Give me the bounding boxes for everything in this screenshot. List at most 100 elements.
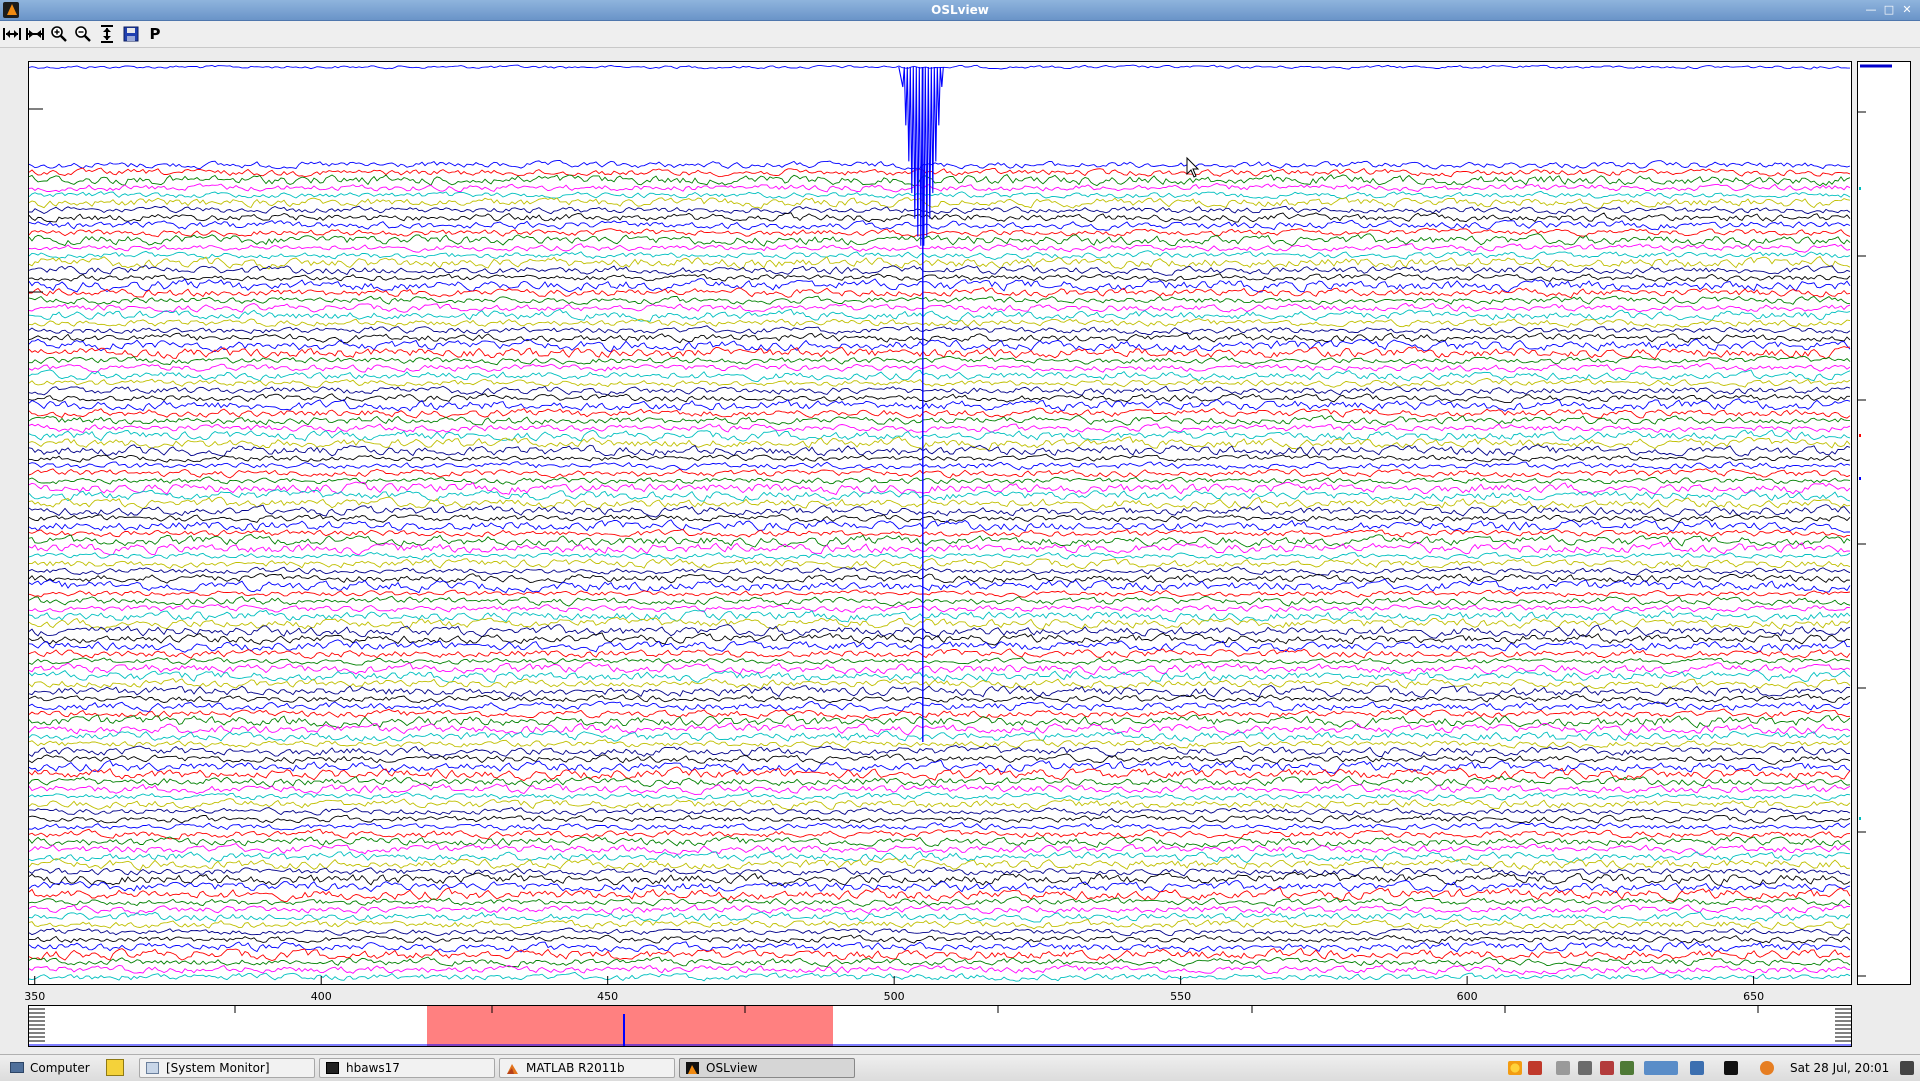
channel-trace-60 <box>28 595 1851 607</box>
channel-trace-104 <box>28 927 1851 937</box>
channel-trace-72 <box>28 685 1851 698</box>
matlab-icon <box>506 1062 519 1074</box>
vertical-scale-icon[interactable] <box>97 24 117 44</box>
channel-trace-6 <box>28 190 1851 200</box>
volume-icon[interactable] <box>1578 1061 1592 1075</box>
channel-trace-34 <box>28 398 1851 412</box>
channel-trace-2 <box>28 159 1851 170</box>
task-label: hbaws17 <box>346 1061 400 1075</box>
save-icon[interactable] <box>121 24 141 44</box>
title-bar: OSLview — □ ✕ <box>0 0 1920 21</box>
channel-trace-59 <box>28 589 1851 598</box>
task-oslview[interactable]: OSLview <box>679 1058 855 1078</box>
zoom-out-icon[interactable] <box>73 24 93 44</box>
channel-trace-57 <box>28 573 1851 584</box>
channel-trace-50 <box>28 519 1851 533</box>
channel-trace-1 <box>28 64 1851 70</box>
channel-trace-52 <box>28 534 1851 548</box>
minimize-icon[interactable]: — <box>1864 3 1878 17</box>
task-label: MATLAB R2011b <box>526 1061 625 1075</box>
channel-trace-21 <box>28 302 1851 313</box>
channel-trace-38 <box>28 429 1851 442</box>
overview-selection[interactable] <box>427 1006 833 1046</box>
channel-trace-74 <box>28 700 1851 713</box>
computer-menu[interactable]: Computer <box>6 1058 90 1078</box>
channel-trace-68 <box>28 657 1851 666</box>
channel-trace-54 <box>28 552 1851 561</box>
channel-trace-53 <box>28 541 1851 556</box>
channel-trace-44 <box>28 476 1851 485</box>
monitor-icon <box>146 1062 159 1074</box>
artifact-burst <box>898 66 944 246</box>
workspace-switcher-icon[interactable] <box>1644 1061 1678 1075</box>
channel-trace-22 <box>28 308 1851 322</box>
channel-trace-80 <box>28 745 1851 758</box>
channel-trace-19 <box>28 287 1851 299</box>
x-tick-label: 550 <box>1170 990 1192 1003</box>
channel-trace-96 <box>28 866 1851 877</box>
figure-tray-icon[interactable] <box>1724 1061 1738 1075</box>
expand-horizontal-icon[interactable] <box>2 24 22 44</box>
task-label: OSLview <box>706 1061 758 1075</box>
firefox-icon[interactable] <box>1760 1061 1774 1075</box>
channel-trace-73 <box>28 693 1851 704</box>
channel-trace-14 <box>28 250 1851 260</box>
channel-trace-93 <box>28 843 1851 855</box>
channel-trace-51 <box>28 528 1851 538</box>
window-title: OSLview <box>931 3 989 17</box>
overview-timeline[interactable] <box>28 1005 1852 1047</box>
channel-trace-58 <box>28 578 1851 594</box>
computer-menu-label: Computer <box>30 1061 90 1075</box>
channel-trace-101 <box>28 904 1851 915</box>
channel-trace-86 <box>28 791 1851 802</box>
weather-icon[interactable] <box>1508 1061 1522 1075</box>
close-icon[interactable]: ✕ <box>1900 3 1914 17</box>
update-icon[interactable] <box>1600 1061 1614 1075</box>
channel-scroll-panel[interactable] <box>1857 61 1911 985</box>
channel-trace-87 <box>28 798 1851 810</box>
channel-trace-71 <box>28 677 1851 690</box>
channel-trace-24 <box>28 325 1851 336</box>
terminal-icon <box>326 1062 339 1074</box>
channel-trace-20 <box>28 295 1851 305</box>
channel-trace-47 <box>28 496 1851 511</box>
channel-trace-110 <box>28 971 1851 982</box>
task-system-monitor[interactable]: [System Monitor] <box>139 1058 315 1078</box>
channel-trace-27 <box>28 346 1851 360</box>
x-tick-label: 400 <box>310 990 332 1003</box>
channel-trace-43 <box>28 468 1851 479</box>
channel-trace-13 <box>28 243 1851 253</box>
channel-trace-105 <box>28 934 1851 944</box>
channel-trace-7 <box>28 196 1851 209</box>
clock: Sat 28 Jul, 20:01 <box>1790 1061 1890 1075</box>
maximize-icon[interactable]: □ <box>1882 3 1896 17</box>
channel-trace-90 <box>28 822 1851 831</box>
channel-trace-89 <box>28 814 1851 824</box>
system-tray-icon[interactable] <box>1620 1061 1634 1075</box>
channel-marker <box>1859 187 1861 190</box>
channel-trace-81 <box>28 753 1851 765</box>
channel-trace-103 <box>28 918 1851 930</box>
channel-trace-75 <box>28 708 1851 720</box>
network-icon[interactable] <box>1528 1061 1542 1075</box>
task-matlab[interactable]: MATLAB R2011b <box>499 1058 675 1078</box>
channel-trace-23 <box>28 318 1851 328</box>
channel-trace-55 <box>28 558 1851 570</box>
channel-trace-109 <box>28 964 1851 975</box>
traces-svg <box>28 64 1851 984</box>
zoom-in-icon[interactable] <box>49 24 69 44</box>
p-button[interactable]: P <box>145 24 165 44</box>
notes-icon[interactable] <box>106 1059 124 1076</box>
channel-trace-45 <box>28 481 1851 496</box>
contract-horizontal-icon[interactable] <box>25 24 45 44</box>
channel-trace-102 <box>28 911 1851 923</box>
show-desktop-icon[interactable] <box>1900 1061 1914 1075</box>
task-hbaws17[interactable]: hbaws17 <box>319 1058 495 1078</box>
matlab-tray-icon[interactable] <box>1690 1061 1704 1075</box>
channel-traces-plot[interactable] <box>28 61 1852 985</box>
printer-icon[interactable] <box>1556 1061 1570 1075</box>
channel-marker <box>1859 434 1861 437</box>
channel-trace-67 <box>28 648 1851 659</box>
channel-trace-35 <box>28 407 1851 419</box>
channel-trace-32 <box>28 385 1851 396</box>
